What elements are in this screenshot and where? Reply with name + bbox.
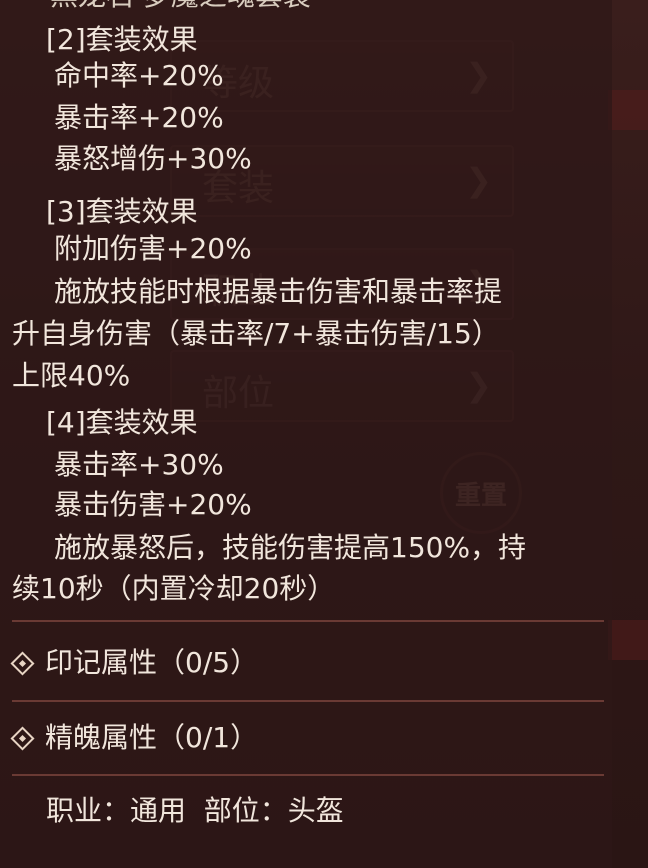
set3-desc-line2: 升自身伤害（暴击率/7+暴击伤害/15） <box>12 317 500 350</box>
set4-header: [4]套装效果 <box>46 406 198 439</box>
divider <box>12 620 604 622</box>
set2-effect-hit: 命中率+20% <box>54 59 224 92</box>
set3-effect-dmg: 附加伤害+20% <box>54 232 252 265</box>
set2-header: [2]套装效果 <box>46 23 198 56</box>
set2-effect-crit: 暴击率+20% <box>54 101 224 134</box>
set4-effect-critdmg: 暴击伤害+20% <box>54 488 252 521</box>
imprint-label: 印记属性（0/5） <box>45 646 259 679</box>
item-tooltip: 黑龙石·梦魇之魂套装 [2]套装效果 命中率+20% 暴击率+20% 暴怒增伤+… <box>0 0 612 868</box>
essence-attributes[interactable]: 精魄属性（0/1） <box>10 720 258 756</box>
essence-label: 精魄属性（0/1） <box>45 721 259 754</box>
divider <box>12 774 604 776</box>
set2-effect-rage: 暴怒增伤+30% <box>54 142 252 175</box>
diamond-icon <box>10 725 35 751</box>
set4-desc-line2: 续10秒（内置冷却20秒） <box>12 572 336 605</box>
diamond-icon <box>10 650 35 676</box>
set3-header: [3]套装效果 <box>46 195 198 228</box>
side-tab <box>608 90 648 130</box>
set3-desc-line1: 施放技能时根据暴击伤害和暴击率提 <box>54 275 503 308</box>
side-tab <box>608 620 648 660</box>
divider <box>12 700 604 702</box>
set-name-line: 黑龙石·梦魇之魂套装 <box>50 0 311 14</box>
set3-desc-line3: 上限40% <box>12 359 131 392</box>
set4-desc-line1: 施放暴怒后，技能伤害提高150%，持 <box>54 531 527 564</box>
item-class-slot-footer: 职业：通用 部位：头盔 <box>46 794 344 827</box>
set4-effect-crit: 暴击率+30% <box>54 448 224 481</box>
imprint-attributes[interactable]: 印记属性（0/5） <box>10 645 258 681</box>
